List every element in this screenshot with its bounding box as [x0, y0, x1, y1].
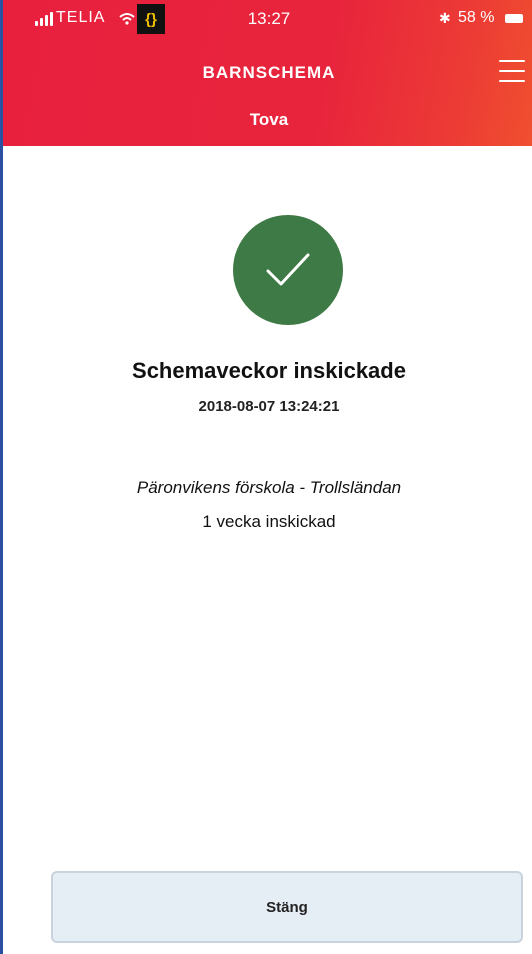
school-name: Päronvikens förskola - Trollsländan: [136, 478, 402, 497]
confirmation-timestamp: 2018-08-07 13:24:21: [198, 398, 340, 415]
battery-icon: [505, 14, 523, 23]
hamburger-menu-icon[interactable]: [499, 60, 525, 82]
success-badge: [233, 215, 343, 325]
close-button[interactable]: Stäng: [51, 871, 523, 943]
confirmation-title: Schemaveckor inskickade: [132, 358, 406, 383]
bluetooth-icon: ✱: [439, 10, 451, 26]
battery-percent: 58 %: [458, 9, 495, 26]
status-time: 13:27: [247, 9, 291, 28]
checkmark-icon: [266, 253, 310, 286]
app-screen: TELIA {} 13:27 ✱ 58 % BARNSCHEMA Tova Sc…: [0, 0, 532, 954]
weeks-sent-count: 1 vecka inskickad: [202, 512, 336, 531]
status-bar: TELIA {} 13:27 ✱ 58 %: [3, 0, 532, 44]
app-header: TELIA {} 13:27 ✱ 58 % BARNSCHEMA Tova: [3, 0, 532, 146]
page-title: BARNSCHEMA: [202, 63, 336, 82]
child-name: Tova: [249, 110, 289, 129]
